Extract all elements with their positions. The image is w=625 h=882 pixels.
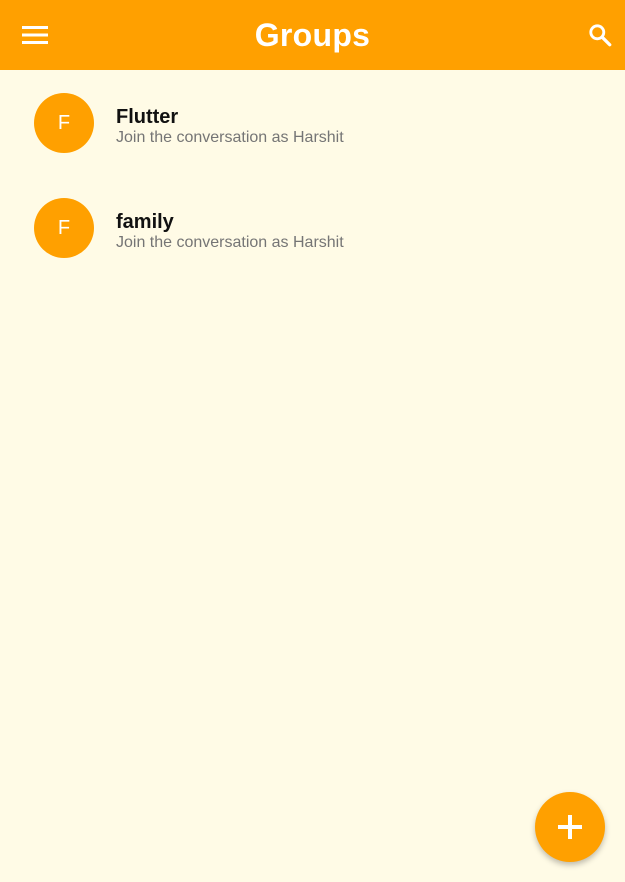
group-name: Flutter xyxy=(116,106,179,128)
group-subtitle: Join the conversation as Harshit xyxy=(116,129,344,146)
group-item-family[interactable]: F family Join the conversation as Harshi… xyxy=(0,175,625,280)
avatar: F xyxy=(34,93,94,153)
group-item-flutter[interactable]: F Flutter Join the conversation as Harsh… xyxy=(0,70,625,175)
group-name: family xyxy=(116,211,174,233)
menu-button[interactable] xyxy=(15,15,55,55)
add-icon xyxy=(558,815,582,839)
menu-icon xyxy=(22,26,48,44)
search-icon xyxy=(589,24,612,47)
app-bar: Groups xyxy=(0,0,625,70)
search-button[interactable] xyxy=(580,15,620,55)
group-subtitle: Join the conversation as Harshit xyxy=(116,234,344,251)
avatar: F xyxy=(34,198,94,258)
add-group-button[interactable] xyxy=(535,792,605,862)
group-list: F Flutter Join the conversation as Harsh… xyxy=(0,70,625,280)
page-title: Groups xyxy=(254,17,371,53)
